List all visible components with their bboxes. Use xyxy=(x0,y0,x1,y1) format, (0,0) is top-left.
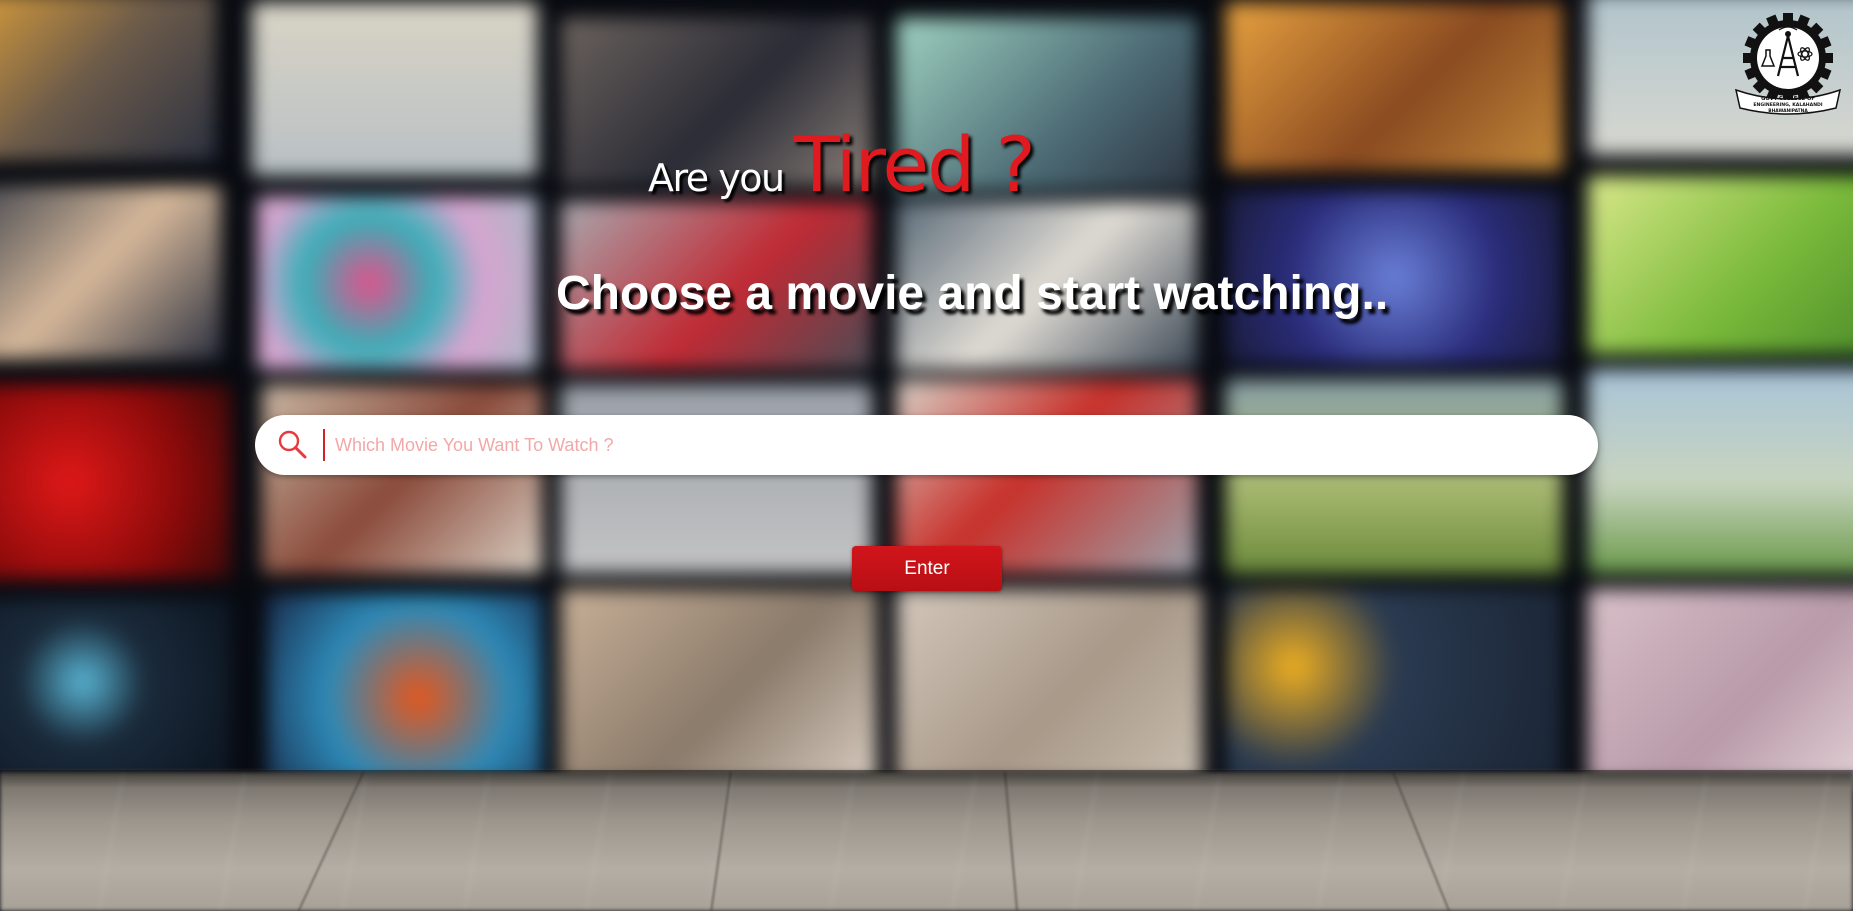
background-tile xyxy=(1587,588,1853,783)
background-tile xyxy=(1587,175,1853,355)
background-tile xyxy=(560,588,878,783)
svg-text:BHAWANIPATNA: BHAWANIPATNA xyxy=(1768,108,1808,114)
background-tile xyxy=(251,2,538,176)
background-tile xyxy=(896,588,1203,783)
background-floor xyxy=(0,772,1853,911)
background-tile xyxy=(261,384,543,574)
search-input[interactable] xyxy=(333,424,1537,466)
college-emblem-icon: GOVT COLLEGE OF ENGINEERING, KALAHANDI B… xyxy=(1732,12,1844,116)
search-bar[interactable] xyxy=(255,415,1598,475)
background-tile xyxy=(1225,588,1563,783)
search-icon[interactable] xyxy=(275,428,309,462)
subheadline: Choose a movie and start watching.. xyxy=(556,267,1389,320)
text-cursor xyxy=(323,429,325,461)
headline-emphasis: Tired ? xyxy=(793,120,1036,209)
headline-prefix: Are you xyxy=(648,156,785,200)
background-tile xyxy=(0,185,222,360)
headline: Are you Tired ? xyxy=(648,120,1036,209)
background-tile xyxy=(1225,2,1563,171)
background-tile xyxy=(896,379,1198,574)
landing-page: GOVT COLLEGE OF ENGINEERING, KALAHANDI B… xyxy=(0,0,1853,911)
enter-button[interactable]: Enter xyxy=(852,546,1002,591)
background-tile xyxy=(1587,369,1853,574)
background-tile xyxy=(267,593,543,783)
floor-shadow xyxy=(0,770,1853,788)
background-tile xyxy=(0,599,232,783)
svg-text:ENGINEERING, KALAHANDI: ENGINEERING, KALAHANDI xyxy=(1753,102,1822,108)
background-tile xyxy=(0,0,217,161)
background-tile xyxy=(256,196,538,370)
background-tile xyxy=(560,384,872,574)
background-tile xyxy=(1225,379,1563,574)
background-tile xyxy=(0,384,232,579)
svg-text:GOVT COLLEGE OF: GOVT COLLEGE OF xyxy=(1761,96,1815,102)
